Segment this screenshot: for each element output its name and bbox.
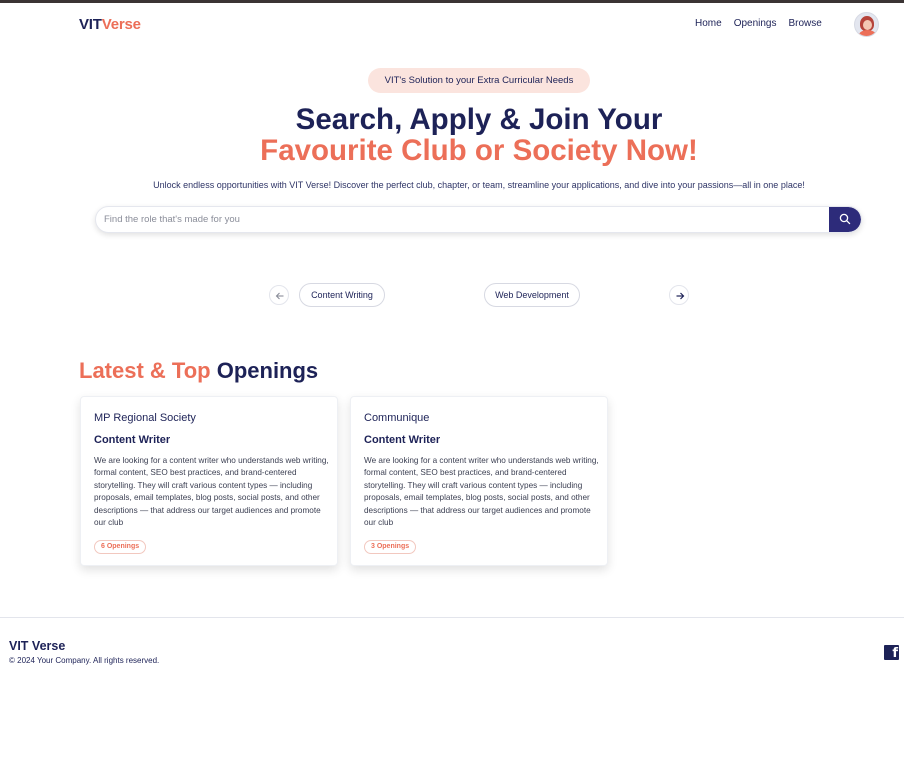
job-card[interactable]: Communique Content Writer We are looking… xyxy=(350,396,608,566)
hero-title-line2: Favourite Club or Society Now! xyxy=(260,134,698,167)
footer-divider xyxy=(0,617,904,618)
category-chip-content-writing[interactable]: Content Writing xyxy=(299,283,385,307)
category-chip-web-development[interactable]: Web Development xyxy=(484,283,580,307)
search-icon xyxy=(839,213,851,225)
hero-title: Search, Apply & Join Your Favourite Club… xyxy=(0,104,904,166)
navbar: VITVerse Home Openings Browse xyxy=(0,3,904,43)
logo[interactable]: VITVerse xyxy=(79,16,141,33)
avatar[interactable] xyxy=(854,12,879,37)
carousel-next-button[interactable] xyxy=(669,285,689,305)
hero-subtitle: Unlock endless opportunities with VIT Ve… xyxy=(153,180,805,190)
arrow-left-icon xyxy=(275,292,284,300)
hero-title-line1: Search, Apply & Join Your xyxy=(295,103,663,136)
avatar-body xyxy=(859,30,876,36)
footer-brand: VIT Verse xyxy=(9,639,66,653)
job-card-organization: MP Regional Society xyxy=(94,412,196,424)
search-button[interactable] xyxy=(829,207,861,232)
search-bar xyxy=(95,206,862,233)
nav-link-openings[interactable]: Openings xyxy=(734,18,777,29)
job-card-description: We are looking for a content writer who … xyxy=(94,456,329,528)
nav-link-home[interactable]: Home xyxy=(695,18,722,29)
arrow-right-icon xyxy=(676,292,685,300)
facebook-icon[interactable]: f xyxy=(884,645,899,661)
logo-part-vit: VIT xyxy=(79,16,102,33)
section-title-main: Openings xyxy=(216,358,319,383)
logo-part-verse: Verse xyxy=(101,16,141,33)
job-card-organization: Communique xyxy=(364,412,430,424)
job-card-role: Content Writer xyxy=(94,434,171,446)
job-card-role: Content Writer xyxy=(364,434,441,446)
section-title: Latest & Top Openings xyxy=(79,358,318,384)
section-title-highlight: Latest & Top xyxy=(79,358,211,383)
footer-copyright: © 2024 Your Company. All rights reserved… xyxy=(9,656,160,665)
job-card-description: We are looking for a content writer who … xyxy=(364,456,599,528)
avatar-face xyxy=(863,20,872,30)
nav-links: Home Openings Browse xyxy=(695,18,822,29)
openings-badge: 6 Openings xyxy=(94,540,147,554)
job-card[interactable]: MP Regional Society Content Writer We ar… xyxy=(80,396,338,566)
nav-link-browse[interactable]: Browse xyxy=(789,18,822,29)
search-input[interactable] xyxy=(104,207,824,232)
carousel-prev-button[interactable] xyxy=(269,285,289,305)
openings-badge: 3 Openings xyxy=(364,540,417,554)
tagline-pill: VIT's Solution to your Extra Curricular … xyxy=(368,68,590,93)
